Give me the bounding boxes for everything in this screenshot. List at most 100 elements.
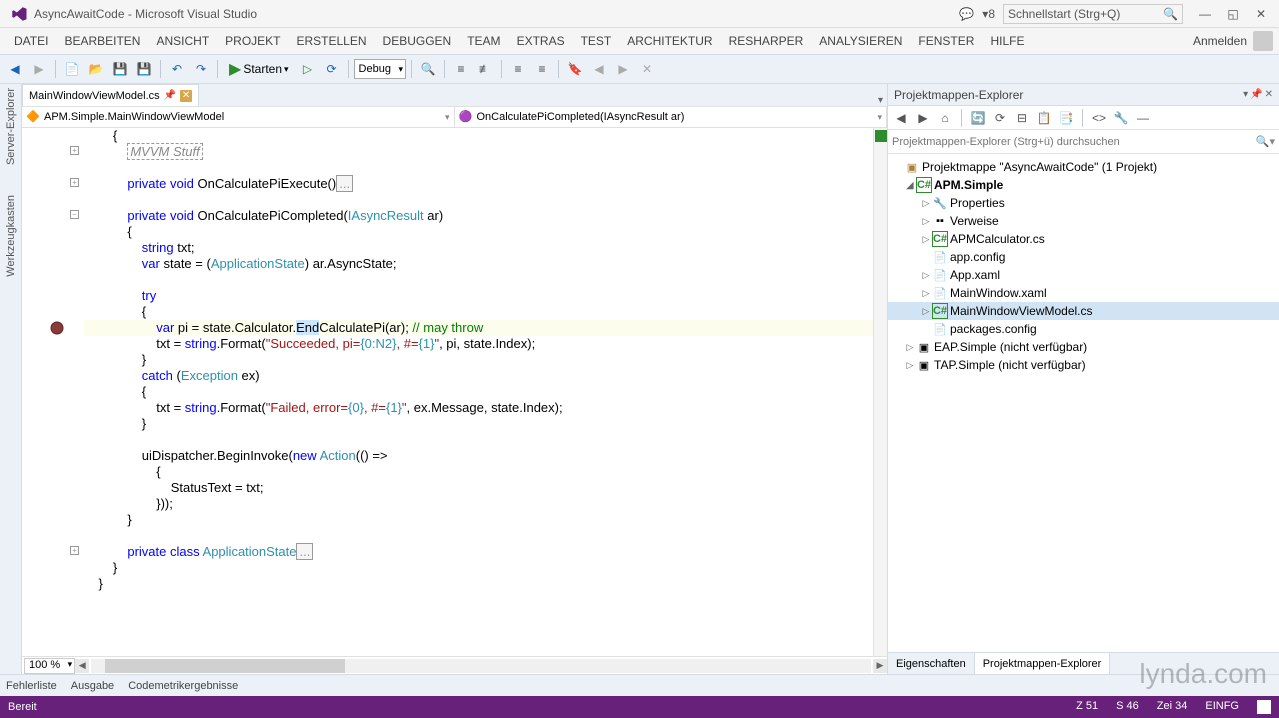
comment-button[interactable]: ≡ bbox=[450, 58, 472, 80]
menu-projekt[interactable]: PROJEKT bbox=[217, 34, 288, 48]
view-code-button[interactable]: 🔧 bbox=[1112, 109, 1130, 127]
browser-link-refresh-button[interactable]: ⟳ bbox=[321, 58, 343, 80]
bookmark-prev-button[interactable]: ◀ bbox=[588, 58, 610, 80]
save-button[interactable]: 💾 bbox=[109, 58, 131, 80]
toolbox-tab[interactable]: Werkzeugkasten bbox=[5, 195, 17, 277]
fold-toggle[interactable]: + bbox=[70, 546, 79, 555]
sync-button[interactable]: 🔄 bbox=[969, 109, 987, 127]
config-file-icon: 📄 bbox=[932, 321, 948, 337]
window-position-button[interactable]: ▾ bbox=[1243, 89, 1248, 100]
solution-icon: ▣ bbox=[904, 159, 920, 175]
nav-back-button[interactable]: ◀ bbox=[4, 58, 26, 80]
undo-button[interactable]: ↶ bbox=[166, 58, 188, 80]
window-title: AsyncAwaitCode - Microsoft Visual Studio bbox=[34, 7, 959, 21]
refresh-button[interactable]: ⟳ bbox=[991, 109, 1009, 127]
tab-codemetrik[interactable]: Codemetrikergebnisse bbox=[128, 680, 238, 692]
solution-search[interactable]: 🔍▾ bbox=[888, 130, 1279, 154]
tab-overflow-button[interactable]: ▾ bbox=[874, 95, 887, 106]
tab-eigenschaften[interactable]: Eigenschaften bbox=[888, 653, 975, 674]
open-button[interactable]: 📂 bbox=[85, 58, 107, 80]
tree-row: ◢C#APM.Simple bbox=[888, 176, 1279, 194]
menu-test[interactable]: TEST bbox=[573, 34, 620, 48]
tab-projektmappen-explorer[interactable]: Projektmappen-Explorer bbox=[975, 653, 1111, 674]
menu-debuggen[interactable]: DEBUGGEN bbox=[375, 34, 460, 48]
outdent-button[interactable]: ≡ bbox=[507, 58, 529, 80]
scroll-right-button[interactable]: ▶ bbox=[873, 659, 887, 673]
menu-architektur[interactable]: ARCHITEKTUR bbox=[619, 34, 720, 48]
user-avatar[interactable] bbox=[1253, 31, 1273, 51]
find-button[interactable]: 🔍 bbox=[417, 58, 439, 80]
properties-button[interactable]: 📑 bbox=[1057, 109, 1075, 127]
server-explorer-tab[interactable]: Server-Explorer bbox=[5, 88, 17, 165]
menubar: DATEI BEARBEITEN ANSICHT PROJEKT ERSTELL… bbox=[0, 28, 1279, 54]
close-tab-button[interactable]: ✕ bbox=[180, 90, 192, 102]
tree-row: ▷▣EAP.Simple (nicht verfügbar) bbox=[888, 338, 1279, 356]
start-debug-button[interactable]: ▶Starten▾ bbox=[223, 58, 295, 80]
editor-gutter[interactable]: + + − + bbox=[22, 128, 82, 656]
start-without-debug-button[interactable]: ▷ bbox=[297, 58, 319, 80]
preview-button[interactable]: <> bbox=[1090, 109, 1108, 127]
solution-search-input[interactable] bbox=[892, 136, 1256, 148]
indent-button[interactable]: ≡ bbox=[531, 58, 553, 80]
home-button[interactable]: ⌂ bbox=[936, 109, 954, 127]
bookmark-button[interactable]: 🔖 bbox=[564, 58, 586, 80]
minimize-button[interactable]: — bbox=[1191, 4, 1219, 24]
menu-resharper[interactable]: RESHARPER bbox=[721, 34, 812, 48]
quick-launch-input[interactable]: Schnellstart (Strg+Q) 🔍 bbox=[1003, 4, 1183, 24]
restore-button[interactable]: ◱ bbox=[1219, 4, 1247, 24]
bookmark-next-button[interactable]: ▶ bbox=[612, 58, 634, 80]
menu-bearbeiten[interactable]: BEARBEITEN bbox=[56, 34, 148, 48]
error-scrollbar[interactable] bbox=[873, 128, 887, 656]
pin-icon[interactable]: 📌 bbox=[164, 90, 176, 101]
fold-toggle[interactable]: + bbox=[70, 146, 79, 155]
close-panel-button[interactable]: ✕ bbox=[1265, 89, 1273, 100]
auto-hide-button[interactable]: 📌 bbox=[1250, 89, 1262, 100]
tree-row: ▷🔧Properties bbox=[888, 194, 1279, 212]
scroll-left-button[interactable]: ◀ bbox=[75, 659, 89, 673]
forward-button[interactable]: ▶ bbox=[914, 109, 932, 127]
uncomment-button[interactable]: ≢ bbox=[474, 58, 496, 80]
menu-team[interactable]: TEAM bbox=[459, 34, 508, 48]
tab-ausgabe[interactable]: Ausgabe bbox=[71, 680, 114, 692]
show-all-button[interactable]: 📋 bbox=[1035, 109, 1053, 127]
code-editor[interactable]: + + − + { MVVM Stuff private void OnCalc… bbox=[22, 128, 887, 656]
breakpoint-icon[interactable] bbox=[50, 321, 64, 335]
fold-toggle[interactable]: + bbox=[70, 178, 79, 187]
menu-erstellen[interactable]: ERSTELLEN bbox=[289, 34, 375, 48]
tab-fehlerliste[interactable]: Fehlerliste bbox=[6, 680, 57, 692]
close-window-button[interactable]: ✕ bbox=[1247, 4, 1275, 24]
menu-fenster[interactable]: FENSTER bbox=[910, 34, 982, 48]
class-icon: 🔶 bbox=[26, 110, 40, 124]
unavailable-project-icon: ▣ bbox=[916, 357, 932, 373]
status-ready: Bereit bbox=[8, 701, 37, 713]
file-tab[interactable]: MainWindowViewModel.cs 📌 ✕ bbox=[22, 84, 199, 106]
nav-forward-button[interactable]: ▶ bbox=[28, 58, 50, 80]
solution-toolbar: ◀ ▶ ⌂ 🔄 ⟳ ⊟ 📋 📑 <> 🔧 — bbox=[888, 106, 1279, 130]
signin-link[interactable]: Anmelden bbox=[1193, 34, 1247, 48]
new-project-button[interactable]: 📄 bbox=[61, 58, 83, 80]
bookmark-clear-button[interactable]: ✕ bbox=[636, 58, 658, 80]
redo-button[interactable]: ↷ bbox=[190, 58, 212, 80]
member-navigator[interactable]: 🟣 OnCalculatePiCompleted(IAsyncResult ar… bbox=[455, 107, 888, 127]
feedback-icon[interactable]: 💬 bbox=[959, 7, 974, 21]
zoom-dropdown[interactable]: 100 % bbox=[24, 658, 75, 674]
collapse-all-button[interactable]: ⊟ bbox=[1013, 109, 1031, 127]
bottom-tool-tabs: Fehlerliste Ausgabe Codemetrikergebnisse bbox=[0, 674, 1279, 696]
solution-tree[interactable]: ▣Projektmappe "AsyncAwaitCode" (1 Projek… bbox=[888, 154, 1279, 652]
menu-hilfe[interactable]: HILFE bbox=[982, 34, 1032, 48]
tree-row: ▣Projektmappe "AsyncAwaitCode" (1 Projek… bbox=[888, 158, 1279, 176]
back-button[interactable]: ◀ bbox=[892, 109, 910, 127]
horizontal-scrollbar[interactable] bbox=[91, 659, 871, 673]
menu-extras[interactable]: EXTRAS bbox=[509, 34, 573, 48]
notifications-flag[interactable]: ▾8 bbox=[982, 7, 995, 21]
menu-datei[interactable]: DATEI bbox=[6, 34, 56, 48]
view-designer-button[interactable]: — bbox=[1134, 109, 1152, 127]
menu-ansicht[interactable]: ANSICHT bbox=[148, 34, 217, 48]
config-dropdown[interactable]: Debug bbox=[354, 59, 406, 79]
type-navigator[interactable]: 🔶 APM.Simple.MainWindowViewModel bbox=[22, 107, 455, 127]
save-all-button[interactable]: 💾 bbox=[133, 58, 155, 80]
fold-toggle[interactable]: − bbox=[70, 210, 79, 219]
xaml-file-icon: 📄 bbox=[932, 285, 948, 301]
editor-footer: 100 % ◀ ▶ bbox=[22, 656, 887, 674]
menu-analysieren[interactable]: ANALYSIEREN bbox=[811, 34, 910, 48]
